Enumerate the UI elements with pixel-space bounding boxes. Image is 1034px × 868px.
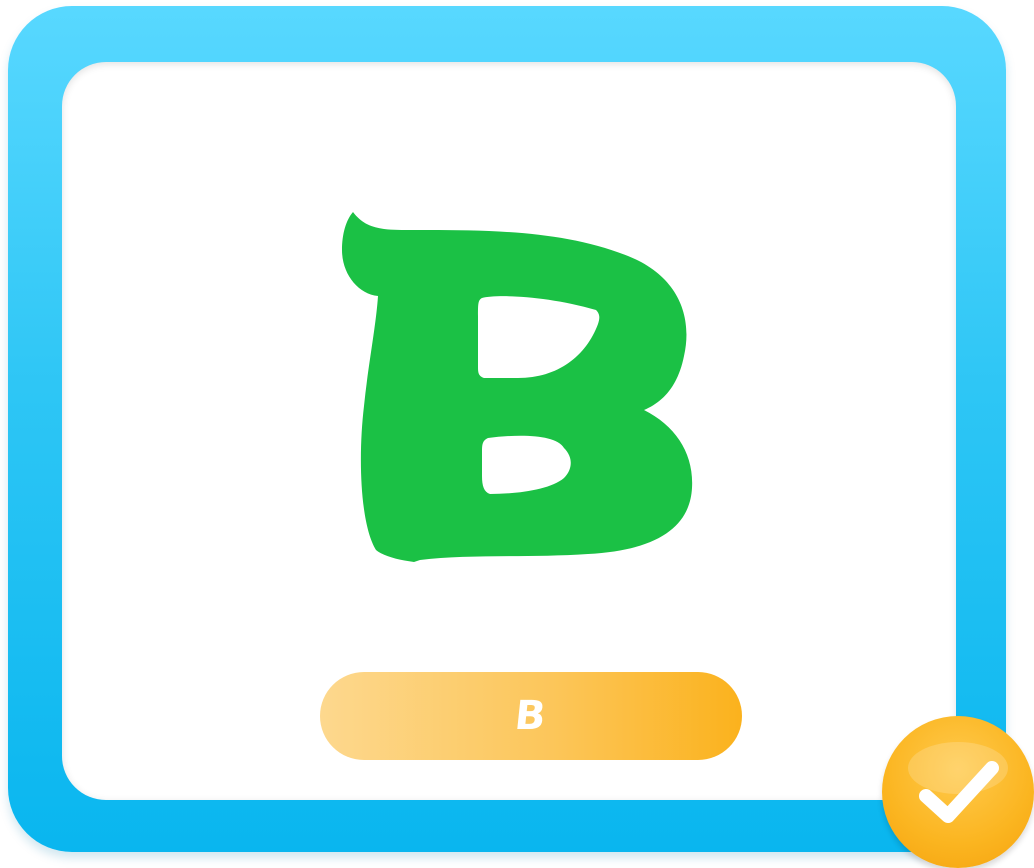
big-letter-b bbox=[338, 206, 700, 570]
flashcard-screen: B bbox=[0, 0, 1034, 868]
letter-label-button[interactable]: B bbox=[320, 672, 742, 760]
big-letter-glyph bbox=[342, 212, 693, 562]
check-icon bbox=[908, 742, 1008, 823]
letter-label-text: B bbox=[512, 693, 550, 739]
correct-check-button[interactable] bbox=[882, 716, 1034, 868]
